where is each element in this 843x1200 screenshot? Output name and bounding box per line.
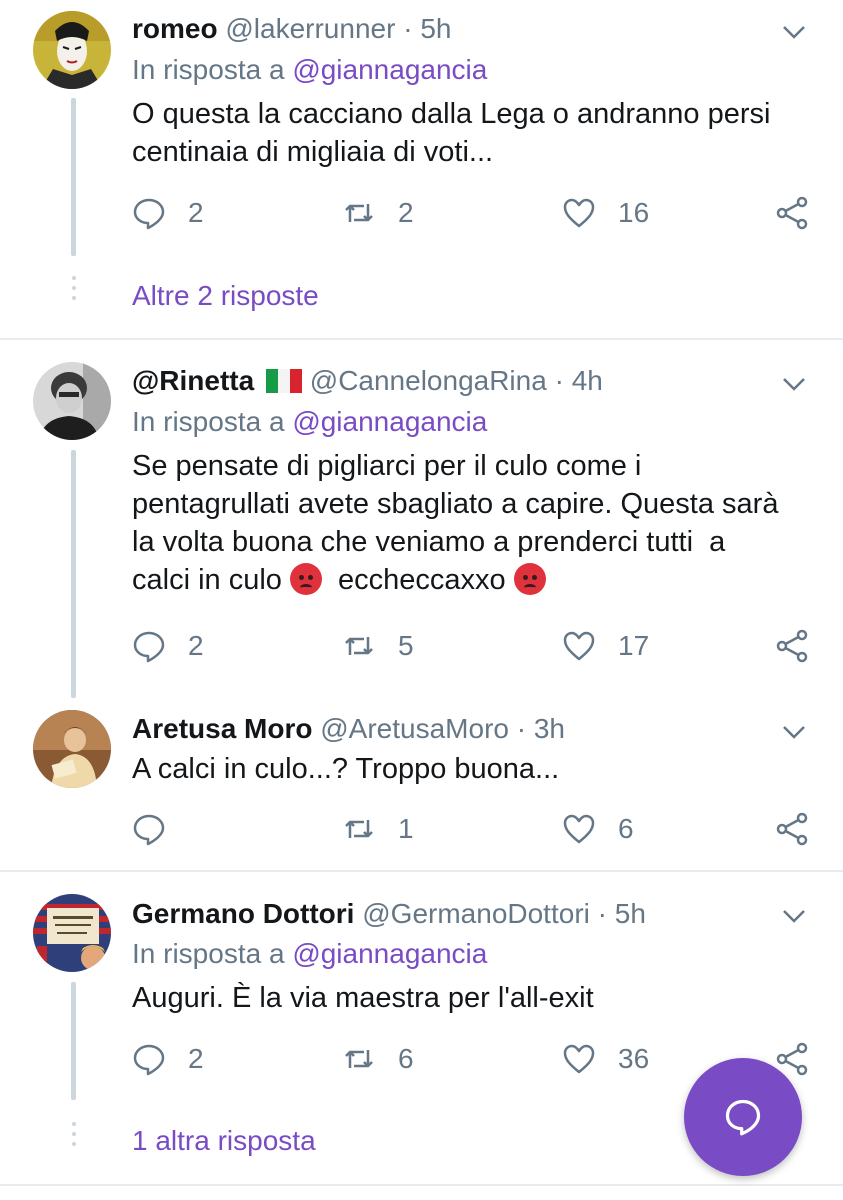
share-button[interactable] xyxy=(775,196,809,230)
divider xyxy=(0,1184,843,1186)
heart-icon xyxy=(563,1044,595,1074)
chevron-down-icon[interactable] xyxy=(780,22,808,42)
avatar[interactable] xyxy=(33,710,111,788)
share-icon xyxy=(776,629,808,663)
tweet-header: Germano Dottori @GermanoDottori · 5h xyxy=(132,897,646,931)
reply-button[interactable]: 2 xyxy=(132,196,204,230)
chevron-down-icon[interactable] xyxy=(780,906,808,926)
retweet-icon xyxy=(345,637,373,655)
reply-count: 2 xyxy=(188,630,204,661)
tweet-text: O questa la cacciano dalla Lega o andran… xyxy=(132,98,771,168)
thread-dots xyxy=(71,276,76,306)
tweet-text: Se pensate di pigliarci per il culo come… xyxy=(132,450,779,596)
reply-context: In risposta a @giannagancia xyxy=(132,405,487,439)
retweet-button[interactable]: 2 xyxy=(342,196,414,230)
user-handle[interactable]: @CannelongaRina xyxy=(310,365,547,396)
avatar[interactable] xyxy=(33,11,111,89)
separator: · xyxy=(403,13,413,44)
chevron-down-icon[interactable] xyxy=(780,374,808,394)
user-handle[interactable]: @AretusaMoro xyxy=(320,713,509,744)
display-name[interactable]: Aretusa Moro xyxy=(132,713,312,744)
display-name[interactable]: Germano Dottori xyxy=(132,898,354,929)
tweet-header: @Rinetta @CannelongaRina · 4h xyxy=(132,364,603,398)
share-button[interactable] xyxy=(775,629,809,663)
reply-prefix: In risposta a xyxy=(132,938,285,969)
divider xyxy=(0,338,843,340)
like-count: 16 xyxy=(618,197,650,228)
mention-link[interactable]: @giannagancia xyxy=(292,938,487,969)
like-count: 17 xyxy=(618,630,650,661)
mention-link[interactable]: @giannagancia xyxy=(292,406,487,437)
divider xyxy=(0,870,843,872)
reply-icon xyxy=(133,198,165,230)
reply-icon xyxy=(133,1044,165,1076)
display-name[interactable]: romeo xyxy=(132,13,218,44)
reply-icon xyxy=(133,814,165,846)
timestamp[interactable]: 5h xyxy=(420,13,451,44)
reply-context: In risposta a @giannagancia xyxy=(132,937,487,971)
user-handle[interactable]: @lakerrunner xyxy=(225,13,395,44)
avatar[interactable] xyxy=(33,894,111,972)
thread-line xyxy=(71,450,76,698)
like-count: 6 xyxy=(618,813,634,844)
reply-button[interactable]: 2 xyxy=(132,629,204,663)
share-icon xyxy=(776,812,808,846)
timestamp[interactable]: 4h xyxy=(572,365,603,396)
thread-line xyxy=(71,982,76,1100)
timestamp[interactable]: 5h xyxy=(615,898,646,929)
angry-face-icon xyxy=(513,563,546,595)
retweet-count: 6 xyxy=(398,1043,414,1074)
reply-button[interactable]: 2 xyxy=(132,1042,204,1076)
reply-icon xyxy=(133,631,165,663)
like-count: 36 xyxy=(618,1043,650,1074)
tweet-header: romeo @lakerrunner · 5h xyxy=(132,12,451,46)
compose-reply-button[interactable] xyxy=(684,1058,802,1176)
share-button[interactable] xyxy=(775,812,809,846)
timestamp[interactable]: 3h xyxy=(534,713,565,744)
heart-icon xyxy=(563,198,595,228)
like-button[interactable]: 36 xyxy=(562,1042,649,1076)
retweet-button[interactable]: 6 xyxy=(342,1042,414,1076)
reply-count: 2 xyxy=(188,197,204,228)
retweet-count: 2 xyxy=(398,197,414,228)
reply-bubble-icon xyxy=(725,1099,761,1136)
retweet-icon xyxy=(345,1050,373,1068)
separator: · xyxy=(516,713,527,744)
retweet-icon xyxy=(345,204,373,222)
retweet-count: 5 xyxy=(398,630,414,661)
reply-button[interactable] xyxy=(132,812,188,846)
reply-context: In risposta a @giannagancia xyxy=(132,53,487,87)
display-name[interactable]: @Rinetta xyxy=(132,365,254,396)
reply-prefix: In risposta a xyxy=(132,406,285,437)
share-icon xyxy=(776,196,808,230)
reply-prefix: In risposta a xyxy=(132,54,285,85)
thread-line xyxy=(71,98,76,256)
tweet-text: Auguri. È la via maestra per l'all-exit xyxy=(132,982,594,1014)
italy-flag-icon xyxy=(265,367,302,393)
retweet-button[interactable]: 1 xyxy=(342,812,414,846)
like-button[interactable]: 17 xyxy=(562,629,649,663)
show-more-replies-link[interactable]: Altre 2 risposte xyxy=(132,280,319,312)
avatar[interactable] xyxy=(33,362,111,440)
heart-icon xyxy=(563,631,595,661)
show-more-replies-link[interactable]: 1 altra risposta xyxy=(132,1125,316,1157)
user-handle[interactable]: @GermanoDottori xyxy=(362,898,590,929)
tweet-text: A calci in culo...? Troppo buona... xyxy=(132,753,560,785)
separator: · xyxy=(597,898,607,929)
reply-count: 2 xyxy=(188,1043,204,1074)
thread-dots xyxy=(71,1122,76,1152)
retweet-count: 1 xyxy=(398,813,414,844)
tweet-header: Aretusa Moro @AretusaMoro · 3h xyxy=(132,712,565,746)
like-button[interactable]: 6 xyxy=(562,812,634,846)
retweet-button[interactable]: 5 xyxy=(342,629,414,663)
retweet-icon xyxy=(345,820,373,838)
chevron-down-icon[interactable] xyxy=(780,722,808,742)
angry-face-icon xyxy=(289,563,322,595)
like-button[interactable]: 16 xyxy=(562,196,649,230)
separator: · xyxy=(554,365,564,396)
mention-link[interactable]: @giannagancia xyxy=(292,54,487,85)
heart-icon xyxy=(563,814,595,844)
